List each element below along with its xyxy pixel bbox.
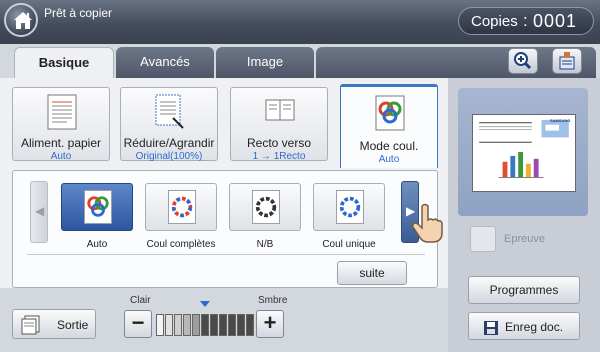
duplex-label: Recto verso (246, 136, 312, 150)
reduce-enlarge-label: Réduire/Agrandir (123, 136, 215, 150)
copies-label: Copies (471, 13, 518, 30)
output-button[interactable]: Sortie (12, 309, 96, 339)
density-step (192, 314, 200, 336)
full-color-icon (168, 190, 196, 224)
right-panel: SAMSUNG Epreuve Programmes Enreg doc. (448, 78, 600, 352)
document-stack-icon (559, 52, 575, 70)
option-single-color-label: Coul unique (322, 239, 376, 250)
tab-bar: Basique Avancés Image (0, 44, 600, 78)
output-label: Sortie (57, 318, 89, 332)
density-step (156, 314, 164, 336)
hand-pointer-icon (412, 203, 443, 243)
zoom-button[interactable] (508, 48, 538, 74)
output-tray-icon (21, 315, 40, 335)
proof-label: Epreuve (504, 233, 545, 245)
density-step (237, 314, 245, 336)
density-decrease-button[interactable]: − (124, 310, 152, 338)
duplex-value: 1 → 1Recto (252, 151, 306, 162)
page-preview-image (472, 114, 576, 192)
density-min-label: Clair (130, 295, 151, 306)
duplex-icon (265, 99, 295, 121)
density-step (219, 314, 227, 336)
density-step (210, 314, 218, 336)
density-step (183, 314, 191, 336)
reduce-enlarge-icon (155, 94, 184, 129)
copies-counter[interactable]: Copies : 0001 (458, 7, 594, 35)
density-step (165, 314, 173, 336)
home-icon (14, 12, 32, 29)
tab-image[interactable]: Image (216, 47, 314, 78)
tab-avances[interactable]: Avancés (116, 47, 214, 78)
job-status-button[interactable] (552, 48, 582, 74)
suite-button[interactable]: suite (337, 261, 407, 285)
color-mode-value: Auto (378, 154, 400, 165)
reduce-enlarge-button[interactable]: Réduire/Agrandir Original(100%) (120, 87, 218, 162)
tab-basique[interactable]: Basique (14, 47, 114, 78)
paper-source-value: Auto (50, 151, 72, 162)
reduce-enlarge-value: Original(100%) (135, 151, 203, 162)
color-mode-label: Mode coul. (359, 139, 419, 153)
zoom-in-icon (514, 52, 532, 70)
density-default-marker (200, 301, 210, 307)
preview-logo: SAMSUNG (550, 118, 571, 123)
save-document-label: Enreg doc. (505, 320, 564, 334)
copies-colon: : (523, 11, 528, 30)
auto-color-icon (84, 190, 112, 224)
paper-source-icon (47, 94, 77, 130)
bottom-controls: Sortie Clair Smbre − + (0, 288, 448, 352)
option-auto-button[interactable] (61, 183, 133, 231)
color-options-panel: ◀ Auto Coul complètes N/B Coul unique ▶ … (12, 170, 438, 288)
floppy-disk-icon (484, 321, 498, 335)
color-mode-icon (375, 95, 405, 131)
proof-checkbox[interactable] (470, 226, 496, 252)
option-single-color-button[interactable] (313, 183, 385, 231)
option-bw-button[interactable] (229, 183, 301, 231)
density-step (228, 314, 236, 336)
top-bar: Prêt à copier Copies : 0001 (0, 0, 600, 44)
color-mode-button[interactable]: Mode coul. Auto (340, 84, 438, 168)
option-full-color-button[interactable] (145, 183, 217, 231)
black-white-icon (252, 190, 280, 224)
duplex-button[interactable]: Recto verso 1 → 1Recto (230, 87, 328, 162)
paper-source-label: Aliment. papier (20, 136, 102, 150)
status-title: Prêt à copier (44, 6, 113, 20)
preview-area[interactable]: SAMSUNG (458, 88, 588, 216)
density-step (246, 314, 254, 336)
single-color-icon (336, 190, 364, 224)
scroll-left-button[interactable]: ◀ (30, 181, 48, 243)
home-button[interactable] (4, 3, 38, 37)
divider (27, 254, 425, 255)
paper-source-button[interactable]: Aliment. papier Auto (12, 87, 110, 162)
density-increase-button[interactable]: + (256, 310, 284, 338)
chevron-left-icon: ◀ (35, 204, 45, 218)
density-step (201, 314, 209, 336)
copies-value: 0001 (533, 11, 578, 31)
save-document-button[interactable]: Enreg doc. (468, 312, 580, 340)
density-scale[interactable] (156, 314, 254, 336)
density-max-label: Smbre (258, 295, 288, 306)
density-step (174, 314, 182, 336)
programmes-button[interactable]: Programmes (468, 276, 580, 304)
